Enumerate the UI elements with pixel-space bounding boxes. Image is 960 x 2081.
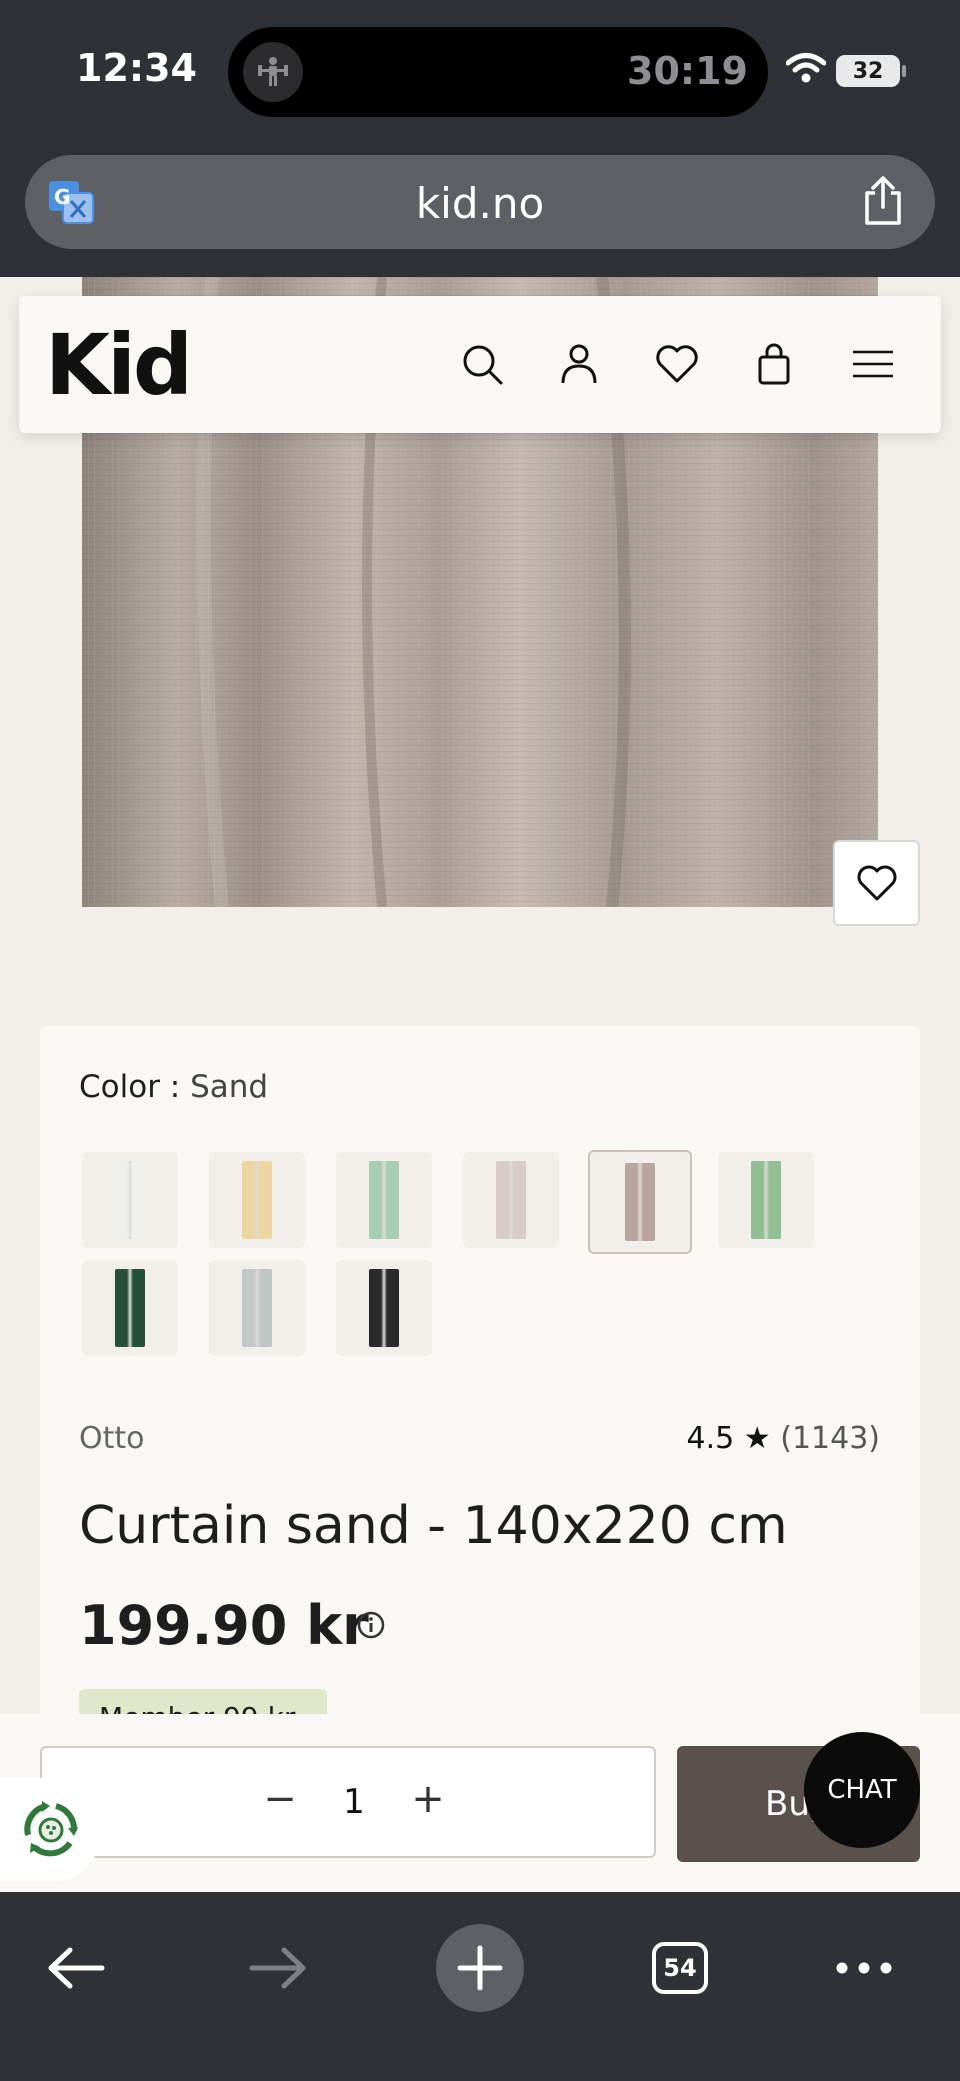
rating-value: 4.5 xyxy=(686,1421,735,1456)
color-swatch-black[interactable] xyxy=(336,1260,432,1356)
plus-icon xyxy=(457,1945,503,1991)
color-swatch-yellow[interactable] xyxy=(209,1152,305,1248)
swatch-curtain xyxy=(751,1161,781,1239)
color-swatch-white[interactable] xyxy=(82,1152,178,1248)
quantity-stepper: − 1 + xyxy=(40,1746,656,1858)
address-bar[interactable]: G kid.no xyxy=(25,155,935,249)
chat-button[interactable]: CHAT xyxy=(804,1732,920,1848)
battery-tip xyxy=(902,65,906,77)
battery-indicator: 32 xyxy=(836,55,900,87)
swatch-curtain xyxy=(115,1161,145,1239)
color-swatch-light-grey[interactable] xyxy=(209,1260,305,1356)
swatch-curtain xyxy=(242,1161,272,1239)
quantity-value[interactable]: 1 xyxy=(334,1782,374,1822)
url-text[interactable]: kid.no xyxy=(25,179,935,228)
star-icon: ★ xyxy=(743,1421,771,1456)
color-label-text: Color : xyxy=(79,1069,181,1105)
product-brand[interactable]: Otto xyxy=(79,1421,145,1456)
swatch-curtain xyxy=(496,1161,526,1239)
heart-icon xyxy=(857,865,896,901)
color-value: Sand xyxy=(190,1069,269,1105)
back-button[interactable] xyxy=(36,1928,116,2008)
search-icon[interactable] xyxy=(460,342,504,386)
more-icon xyxy=(836,1962,892,1974)
status-bar: 12:34 30:19 32 xyxy=(0,0,960,145)
quantity-increase-button[interactable]: + xyxy=(402,1776,454,1828)
share-icon[interactable] xyxy=(861,175,905,231)
heart-icon[interactable] xyxy=(655,342,699,386)
color-swatch-green[interactable] xyxy=(718,1152,814,1248)
color-swatch-light-pink[interactable] xyxy=(463,1152,559,1248)
swatch-curtain xyxy=(115,1269,145,1347)
eco-icon[interactable] xyxy=(0,1778,102,1882)
product-rating[interactable]: 4.5 ★ (1143) xyxy=(687,1421,880,1456)
kid-logo[interactable]: Kid xyxy=(45,316,193,414)
swatch-curtain xyxy=(369,1269,399,1347)
color-swatch-sand[interactable] xyxy=(588,1150,692,1254)
rating-count: (1143) xyxy=(780,1421,880,1456)
fitness-icon xyxy=(243,42,303,102)
web-page: Kid Color : Sand Otto 4.5 ★ (1143) Curta… xyxy=(0,277,960,1892)
wifi-icon xyxy=(785,52,827,88)
arrow-right-icon xyxy=(249,1947,306,1989)
info-icon[interactable] xyxy=(356,1610,386,1640)
swatch-curtain xyxy=(369,1161,399,1239)
activity-timer: 30:19 xyxy=(627,49,748,93)
dynamic-island[interactable]: 30:19 xyxy=(228,27,768,117)
more-options-button[interactable] xyxy=(824,1928,904,2008)
browser-toolbar: 54 xyxy=(0,1892,960,2081)
account-icon[interactable] xyxy=(557,342,601,386)
sticky-buy-bar: − 1 + Buy CHAT xyxy=(0,1714,960,1892)
quantity-decrease-button[interactable]: − xyxy=(254,1776,306,1828)
product-price: 199.90 kr xyxy=(79,1594,369,1657)
product-title: Curtain sand - 140x220 cm xyxy=(79,1496,788,1556)
add-to-wishlist-button[interactable] xyxy=(833,840,920,926)
arrow-left-icon xyxy=(48,1947,105,1989)
swatch-curtain xyxy=(242,1269,272,1347)
color-swatch-mint[interactable] xyxy=(336,1152,432,1248)
bag-icon[interactable] xyxy=(752,342,796,386)
tabs-button[interactable]: 54 xyxy=(652,1942,708,1994)
site-header: Kid xyxy=(19,296,941,433)
new-tab-button[interactable] xyxy=(436,1924,524,2012)
color-swatch-dark-green[interactable] xyxy=(82,1260,178,1356)
browser-address-area: G kid.no xyxy=(0,145,960,277)
menu-icon[interactable] xyxy=(849,342,897,386)
status-time: 12:34 xyxy=(76,46,197,90)
color-label: Color : Sand xyxy=(79,1069,268,1105)
forward-button[interactable] xyxy=(238,1928,318,2008)
swatch-curtain xyxy=(625,1163,655,1241)
